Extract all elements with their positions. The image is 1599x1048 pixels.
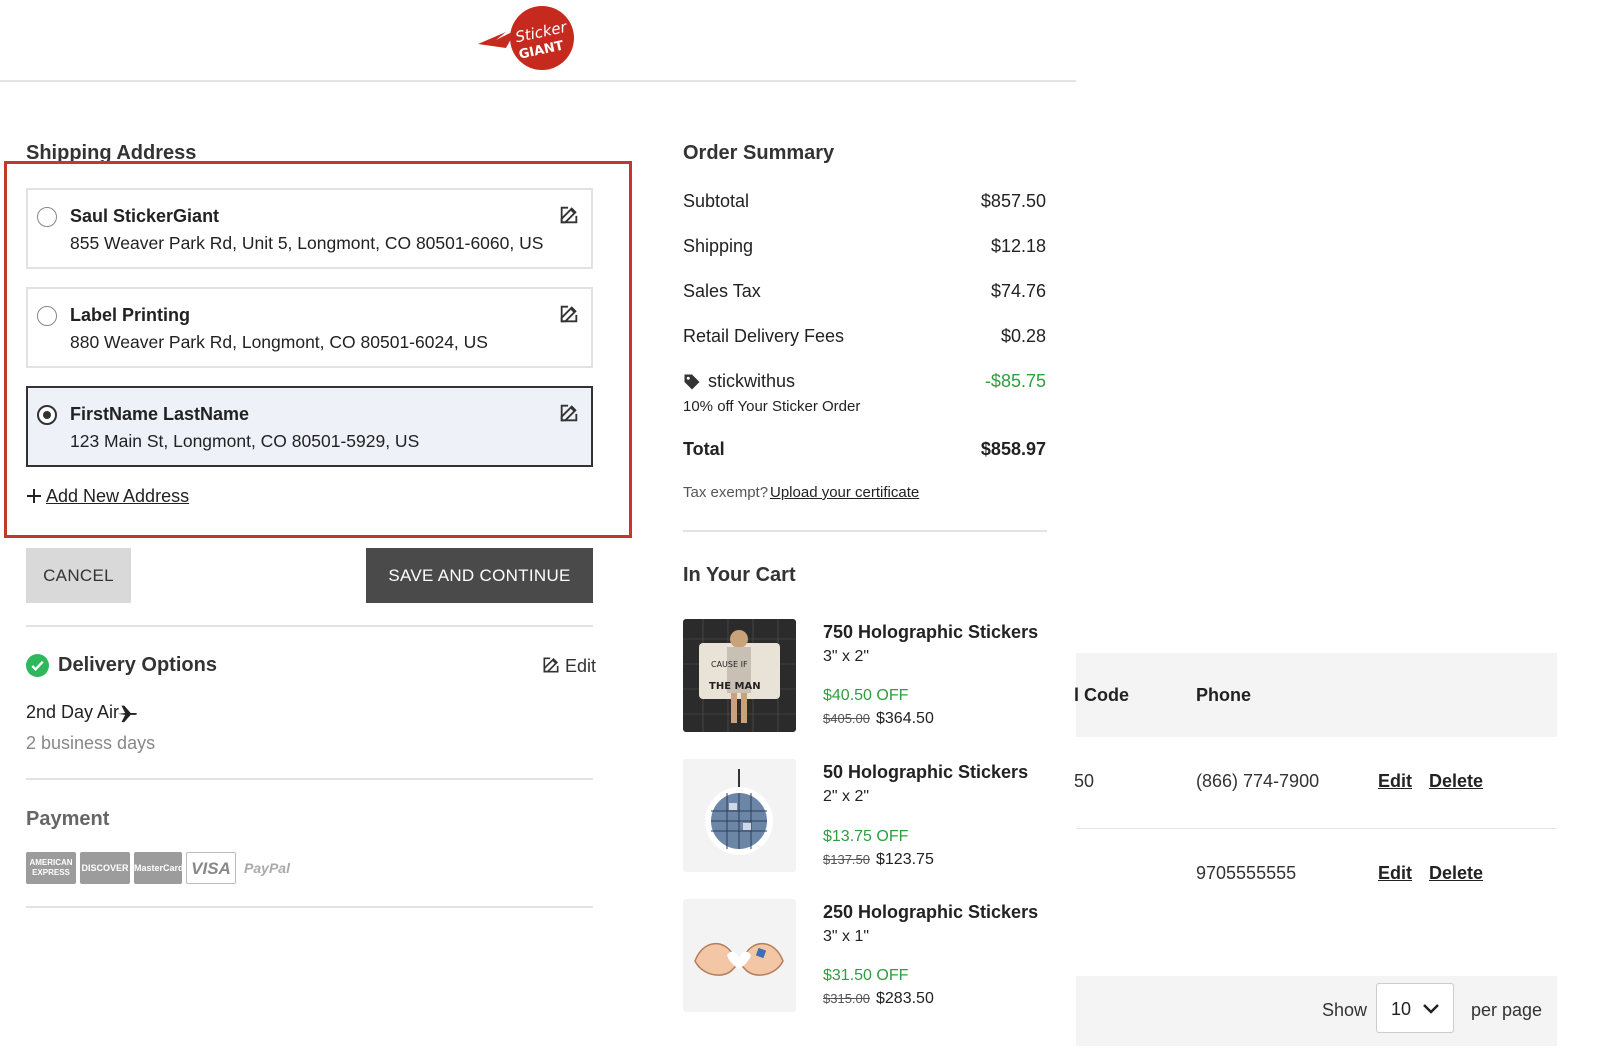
cart-item-thumbnail: CAUSE IF THE MAN <box>683 619 796 732</box>
phone-cell: (866) 774-7900 <box>1196 771 1320 791</box>
table-header: l Code Phone <box>1074 653 1557 737</box>
tag-icon <box>684 374 700 390</box>
retail-delivery-fees-value: $0.28 <box>1000 326 1046 346</box>
cart-item-name: 750 Holographic Stickers <box>823 622 1039 642</box>
address-name: FirstName LastName <box>70 404 250 424</box>
delete-link[interactable]: Delete <box>1429 771 1483 792</box>
svg-text:THE MAN: THE MAN <box>709 681 761 692</box>
table-row: 50 (866) 774-7900 Edit Delete <box>1074 737 1557 829</box>
sticker-image: CAUSE IF THE MAN <box>683 619 796 732</box>
cart-item-original-price: $405.00 <box>823 711 870 726</box>
edit-icon <box>543 657 559 673</box>
code-cell: 50 <box>1074 771 1095 791</box>
check-circle-icon <box>26 654 49 677</box>
airplane-icon <box>117 705 138 723</box>
address-name: Label Printing <box>70 305 191 325</box>
shipping-label: Shipping <box>683 236 754 256</box>
address-radio[interactable] <box>37 306 57 326</box>
svg-text:CAUSE IF: CAUSE IF <box>711 660 748 669</box>
save-and-continue-button[interactable]: SAVE AND CONTINUE <box>366 548 593 603</box>
address-line: 855 Weaver Park Rd, Unit 5, Longmont, CO… <box>70 233 544 253</box>
cart-item-original-price: $315.00 <box>823 991 870 1006</box>
total-label: Total <box>683 439 725 459</box>
delivery-method: 2nd Day Air <box>26 702 120 722</box>
visa-card-icon: VISA <box>186 852 236 884</box>
cancel-button[interactable]: CANCEL <box>26 548 131 603</box>
address-card-1[interactable]: Saul StickerGiant 855 Weaver Park Rd, Un… <box>26 188 593 269</box>
table-row: 9705555555 Edit Delete <box>1076 829 1557 921</box>
address-radio-selected[interactable] <box>37 405 57 425</box>
cart-item-thumbnail <box>683 899 796 1012</box>
mastercard-icon: MasterCard <box>134 852 184 884</box>
cart-item-original-price: $137.50 <box>823 852 870 867</box>
edit-link[interactable]: Edit <box>1378 863 1412 884</box>
delivery-edit-label: Edit <box>565 656 597 676</box>
stickergiant-logo[interactable]: Sticker GIANT <box>476 4 582 72</box>
edit-icon[interactable] <box>558 402 580 424</box>
cart-item-discount: $40.50 OFF <box>823 687 909 704</box>
address-name: Saul StickerGiant <box>70 206 220 226</box>
site-header: Sticker GIANT <box>0 0 1076 82</box>
discover-card-icon: DISCOVER <box>80 852 130 884</box>
cart-item-discount: $13.75 OFF <box>823 828 909 845</box>
per-page-label: per page <box>1471 1000 1543 1020</box>
sales-tax-value: $74.76 <box>990 281 1046 301</box>
pagination-footer: Show 10 per page <box>1076 976 1557 1046</box>
divider <box>26 625 593 627</box>
divider <box>683 530 1047 532</box>
promo-value: -$85.75 <box>984 371 1046 391</box>
subtotal-label: Subtotal <box>683 191 750 211</box>
cart-item-price: $123.75 <box>876 851 934 868</box>
payment-title: Payment <box>26 808 110 830</box>
column-code: l Code <box>1074 685 1130 705</box>
tax-exempt-label: Tax exempt? <box>683 484 769 501</box>
column-phone: Phone <box>1196 685 1252 705</box>
phone-cell: 9705555555 <box>1196 863 1297 883</box>
address-card-2[interactable]: Label Printing 880 Weaver Park Rd, Longm… <box>26 287 593 368</box>
edit-link[interactable]: Edit <box>1378 771 1412 792</box>
sales-tax-label: Sales Tax <box>683 281 761 301</box>
divider <box>26 906 593 908</box>
cart-item-thumbnail <box>683 759 796 872</box>
address-line: 123 Main St, Longmont, CO 80501-5929, US <box>70 431 420 451</box>
retail-delivery-fees-label: Retail Delivery Fees <box>683 326 845 346</box>
upload-certificate-link[interactable]: Upload your certificate <box>770 484 919 501</box>
disco-ball-sticker-image <box>705 769 773 855</box>
cart-item-discount: $31.50 OFF <box>823 967 909 984</box>
promo-description: 10% off Your Sticker Order <box>683 398 861 415</box>
heart-hands-sticker-image <box>694 943 784 976</box>
plus-icon <box>27 489 41 503</box>
subtotal-value: $857.50 <box>980 191 1046 211</box>
per-page-select[interactable]: 10 <box>1376 983 1454 1033</box>
delivery-options-title: Delivery Options <box>58 654 217 676</box>
total-value: $858.97 <box>980 439 1046 459</box>
in-your-cart-title: In Your Cart <box>683 564 796 586</box>
divider <box>26 778 593 780</box>
cart-item-name: 250 Holographic Stickers <box>823 902 1039 922</box>
edit-icon[interactable] <box>558 303 580 325</box>
show-label: Show <box>1322 1000 1368 1020</box>
address-radio[interactable] <box>37 207 57 227</box>
delete-link[interactable]: Delete <box>1429 863 1483 884</box>
cart-item-size: 2" x 2" <box>823 788 870 805</box>
address-table-fragment: l Code Phone 50 (866) 774-7900 Edit Dele… <box>1074 653 1557 1046</box>
address-line: 880 Weaver Park Rd, Longmont, CO 80501-6… <box>70 332 488 352</box>
cart-item-size: 3" x 2" <box>823 648 870 665</box>
shipping-value: $12.18 <box>990 236 1046 256</box>
paypal-icon: PayPal <box>240 852 294 884</box>
delivery-time: 2 business days <box>26 733 156 753</box>
cart-item-price: $283.50 <box>876 990 934 1007</box>
edit-icon[interactable] <box>558 204 580 226</box>
cart-item-name: 50 Holographic Stickers <box>823 762 1029 782</box>
cart-item-price: $364.50 <box>876 710 934 727</box>
per-page-value: 10 <box>1391 999 1412 1019</box>
promo-code: stickwithus <box>708 371 796 391</box>
chevron-down-icon <box>1423 1004 1439 1014</box>
address-card-3[interactable]: FirstName LastName 123 Main St, Longmont… <box>26 386 593 467</box>
cart-item-size: 3" x 1" <box>823 928 870 945</box>
order-summary-title: Order Summary <box>683 142 835 164</box>
amex-card-icon: AMERICAN EXPRESS <box>26 852 76 884</box>
add-new-address-label: Add New Address <box>46 486 190 506</box>
